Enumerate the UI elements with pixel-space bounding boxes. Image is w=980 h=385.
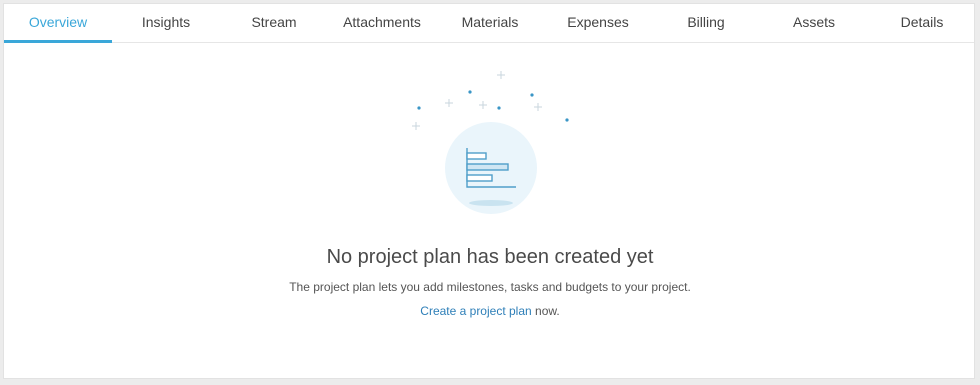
- tab-stream[interactable]: Stream: [220, 4, 328, 42]
- tab-bar: Overview Insights Stream Attachments Mat…: [4, 4, 974, 43]
- tab-materials[interactable]: Materials: [436, 4, 544, 42]
- cta-suffix: now.: [531, 304, 560, 318]
- tab-attachments[interactable]: Attachments: [328, 4, 436, 42]
- empty-state-description: The project plan lets you add milestones…: [289, 280, 691, 294]
- empty-state-title: No project plan has been created yet: [326, 246, 654, 268]
- tab-details[interactable]: Details: [868, 4, 976, 42]
- illustration-shadow: [469, 200, 513, 206]
- tab-assets[interactable]: Assets: [760, 4, 868, 42]
- project-panel: Overview Insights Stream Attachments Mat…: [3, 3, 975, 379]
- create-project-plan-link[interactable]: Create a project plan: [420, 304, 531, 318]
- tab-expenses[interactable]: Expenses: [544, 4, 652, 42]
- empty-state-cta: Create a project plan now.: [4, 304, 976, 318]
- dot-decoration: [417, 90, 569, 122]
- tab-billing[interactable]: Billing: [652, 4, 760, 42]
- empty-state-illustration: [412, 71, 569, 214]
- tab-insights[interactable]: Insights: [112, 4, 220, 42]
- sparkle-decoration: [412, 71, 542, 130]
- tab-overview[interactable]: Overview: [4, 4, 112, 43]
